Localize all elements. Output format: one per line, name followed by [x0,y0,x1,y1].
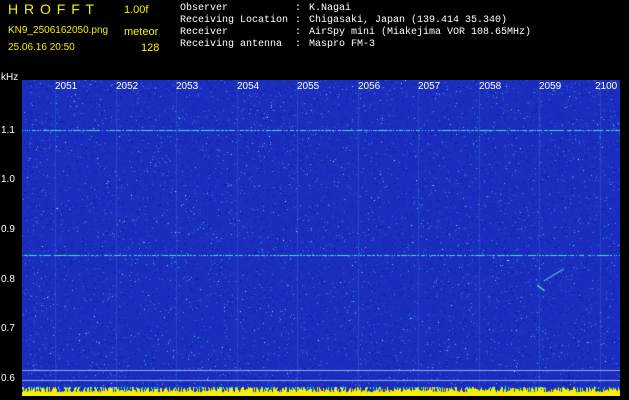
meta-key: Receiving antenna [180,39,283,50]
x-tick-2059: 2059 [539,81,562,92]
meta-separator: : [295,27,302,38]
meta-value: Chigasaki, Japan (139.414 35.340) [309,15,508,26]
meta-row-location: Receiving Location : Chigasaki, Japan (1… [180,15,531,27]
meta-value: AirSpy mini (Miakejima VOR 108.65MHz) [309,27,532,38]
x-tick-2057: 2057 [418,81,441,92]
spectrogram-waterfall [22,80,620,396]
x-tick-2055: 2055 [297,81,320,92]
x-tick-2054: 2054 [237,81,260,92]
x-tick-2056: 2056 [358,81,381,92]
meta-separator: : [295,3,302,14]
app-title: H R O F F T [8,1,95,17]
y-tick-1.0: 1.0 [1,174,15,185]
y-tick-0.9: 0.9 [1,224,15,235]
meta-value: K.Nagai [309,3,352,14]
spectrogram-canvas [22,80,620,396]
x-tick-2051: 2051 [55,81,78,92]
y-tick-1.1: 1.1 [1,125,15,136]
meta-key: Receiving Location [180,15,289,26]
meta-separator: : [295,39,302,50]
meta-row-observer: Observer : K.Nagai [180,3,531,15]
y-tick-0.7: 0.7 [1,323,15,334]
filename-label: KN9_2506162050.png [8,25,109,36]
datetime-label: 25.06.16 20:50 [8,42,75,53]
fft-size-label: 128 [141,42,160,54]
meta-row-antenna: Receiving antenna : Maspro FM-3 [180,39,531,51]
y-tick-0.6: 0.6 [1,373,15,384]
x-tick-2052: 2052 [116,81,139,92]
x-tick-2100: 2100 [595,81,618,92]
version-label: 1.00f [124,4,149,16]
x-tick-2053: 2053 [176,81,199,92]
observation-metadata: Observer : K.Nagai Receiving Location : … [180,3,531,51]
x-tick-2058: 2058 [479,81,502,92]
meta-row-receiver: Receiver : AirSpy mini (Miakejima VOR 10… [180,27,531,39]
meta-value: Maspro FM-3 [309,39,376,50]
meta-key: Receiver [180,27,229,38]
meta-separator: : [295,15,302,26]
meta-key: Observer [180,3,229,14]
y-tick-0.8: 0.8 [1,274,15,285]
mode-label: meteor [124,26,159,38]
y-axis-unit: kHz [1,72,19,83]
